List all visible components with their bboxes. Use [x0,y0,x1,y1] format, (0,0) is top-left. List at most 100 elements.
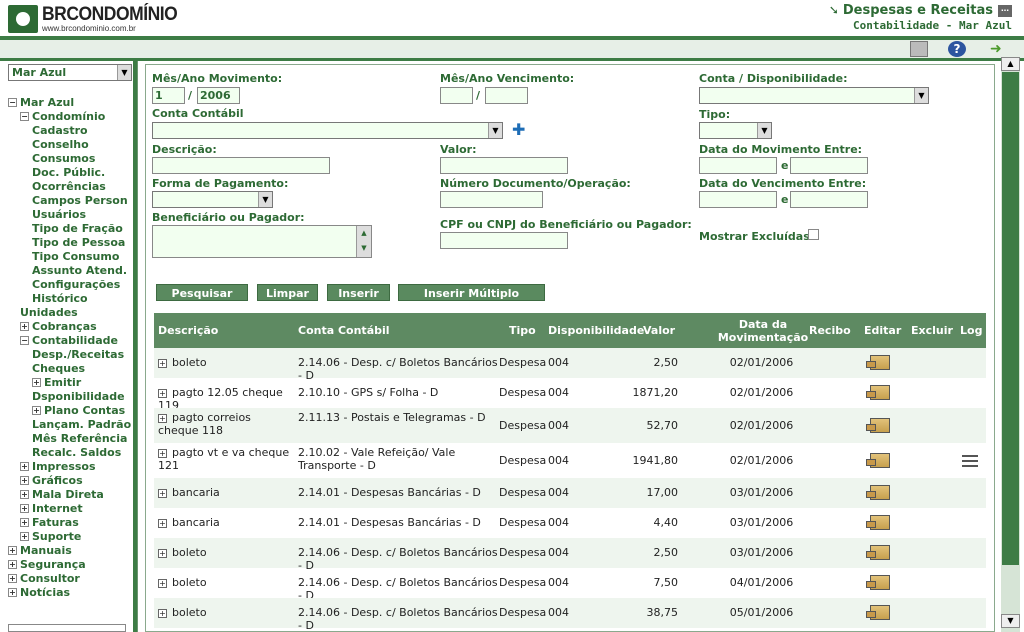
collapse-icon[interactable]: − [8,98,17,107]
sidebar-item[interactable]: Assunto Atend. [32,264,127,278]
mes-venc-input[interactable] [440,87,473,104]
inserir-button[interactable]: Inserir [327,284,390,301]
conta-disp-select[interactable]: ▼ [699,87,929,104]
sidebar-item[interactable]: Recalc. Saldos [32,446,121,460]
add-account-icon[interactable]: ✚ [512,120,525,139]
sidebar-item[interactable]: Usuários [32,208,86,222]
table-row[interactable]: + bancaria 2.14.01 - Despesas Bancárias - … [154,478,986,508]
expand-icon[interactable]: + [20,476,29,485]
sidebar-item[interactable]: Conselho [32,138,89,152]
expand-row-icon[interactable]: + [158,489,167,498]
sidebar-item[interactable]: Mês Referência [32,432,127,446]
sidebar-item[interactable]: − Condomínio [20,110,105,124]
expand-row-icon[interactable]: + [158,549,167,558]
expand-icon[interactable]: + [20,518,29,527]
sidebar-item[interactable]: Dsponibilidade [32,390,125,404]
sidebar-item[interactable]: + Impressos [20,460,96,474]
edit-icon[interactable] [866,605,890,620]
expand-row-icon[interactable]: + [158,389,167,398]
data-mov-ini-input[interactable] [699,157,777,174]
table-row[interactable]: + boleto 2.14.06 - Desp. c/ Boletos Bancár… [154,348,986,382]
edit-icon[interactable] [866,575,890,590]
sidebar-item[interactable]: + Gráficos [20,474,83,488]
edit-icon[interactable] [866,485,890,500]
sidebar-item[interactable]: + Manuais [8,544,72,558]
sidebar-item[interactable]: + Notícias [8,586,70,600]
sidebar-item[interactable]: Tipo Consumo [32,250,119,264]
expand-row-icon[interactable]: + [158,449,167,458]
sidebar-item[interactable]: Configurações [32,278,120,292]
col-data[interactable]: Data da Movimentação [718,313,808,348]
sidebar-item[interactable]: + Plano Contas [32,404,125,418]
condominium-select[interactable]: Mar Azul ▼ [8,64,132,81]
col-tipo[interactable]: Tipo [509,313,536,348]
sidebar-item[interactable]: Tipo de Pessoa [32,236,125,250]
edit-icon[interactable] [866,385,890,400]
descricao-input[interactable] [152,157,330,174]
table-row[interactable]: + boleto 2.14.06 - Desp. c/ Boletos Bancár… [154,598,986,632]
edit-icon[interactable] [866,515,890,530]
exit-icon[interactable]: ➜ [990,41,1008,57]
expand-row-icon[interactable]: + [158,359,167,368]
table-row[interactable]: + boleto 2.14.06 - Desp. c/ Boletos Bancár… [154,538,986,572]
col-disp[interactable]: Disponibilidade [548,313,644,348]
print-icon[interactable] [910,41,928,57]
ano-mov-input[interactable]: 2006 [197,87,240,104]
sidebar-item[interactable]: Tipo de Fração [32,222,123,236]
ano-venc-input[interactable] [485,87,528,104]
beneficiario-textarea[interactable] [152,225,372,258]
sidebar-item[interactable]: Doc. Públic. [32,166,105,180]
expand-icon[interactable]: + [20,504,29,513]
sidebar-item[interactable]: + Segurança [8,558,86,572]
page-scrollbar[interactable]: ▲ ▼ [1001,57,1020,632]
sidebar-item[interactable]: Lançam. Padrão [32,418,131,432]
sidebar-item[interactable]: Unidades [20,306,78,320]
cpf-input[interactable] [440,232,568,249]
data-venc-fim-input[interactable] [790,191,868,208]
tipo-select[interactable]: ▼ [699,122,772,139]
expand-icon[interactable]: + [32,406,41,415]
expand-icon[interactable]: + [8,574,17,583]
expand-icon[interactable]: + [20,462,29,471]
sidebar-item[interactable]: − Mar Azul [8,96,74,110]
edit-icon[interactable] [866,355,890,370]
sidebar-item[interactable]: + Internet [20,502,83,516]
expand-icon[interactable]: + [32,378,41,387]
collapse-icon[interactable]: − [20,112,29,121]
edit-icon[interactable] [866,545,890,560]
table-row[interactable]: + pagto correios cheque 118 2.11.13 - Post… [154,408,986,443]
sidebar-item[interactable]: + Cobranças [20,320,97,334]
sidebar-item[interactable]: Cheques [32,362,85,376]
data-venc-ini-input[interactable] [699,191,777,208]
sidebar-hscrollbar[interactable] [8,624,126,632]
limpar-button[interactable]: Limpar [257,284,318,301]
sidebar-item[interactable]: Campos Person [32,194,128,208]
expand-icon[interactable]: + [8,560,17,569]
expand-icon[interactable]: + [8,588,17,597]
col-descricao[interactable]: Descrição [158,313,218,348]
expand-row-icon[interactable]: + [158,579,167,588]
scroll-up-icon[interactable]: ▲ [1001,57,1020,71]
expand-row-icon[interactable]: + [158,519,167,528]
scrollbar-thumb[interactable] [1002,72,1019,565]
num-doc-input[interactable] [440,191,543,208]
pesquisar-button[interactable]: Pesquisar [156,284,248,301]
expand-icon[interactable]: + [20,322,29,331]
sidebar-item[interactable]: Consumos [32,152,95,166]
edit-icon[interactable] [866,452,890,468]
collapse-icon[interactable]: − [20,336,29,345]
sidebar-item[interactable]: − Contabilidade [20,334,118,348]
table-row[interactable]: + boleto 2.14.06 - Desp. c/ Boletos Bancár… [154,568,986,602]
expand-row-icon[interactable]: + [158,609,167,618]
window-menu-icon[interactable]: … [998,4,1012,17]
expand-icon[interactable]: + [20,532,29,541]
sidebar-item[interactable]: Cadastro [32,124,88,138]
table-row[interactable]: + bancaria 2.14.01 - Despesas Bancárias - … [154,508,986,538]
conta-contabil-select[interactable]: ▼ [152,122,503,139]
scroll-down-icon[interactable]: ▼ [1001,614,1020,628]
sidebar-item[interactable]: + Suporte [20,530,81,544]
sidebar-item[interactable]: Histórico [32,292,88,306]
mes-mov-input[interactable]: 1 [152,87,185,104]
col-conta[interactable]: Conta Contábil [298,313,390,348]
sidebar-item[interactable]: + Mala Direta [20,488,104,502]
